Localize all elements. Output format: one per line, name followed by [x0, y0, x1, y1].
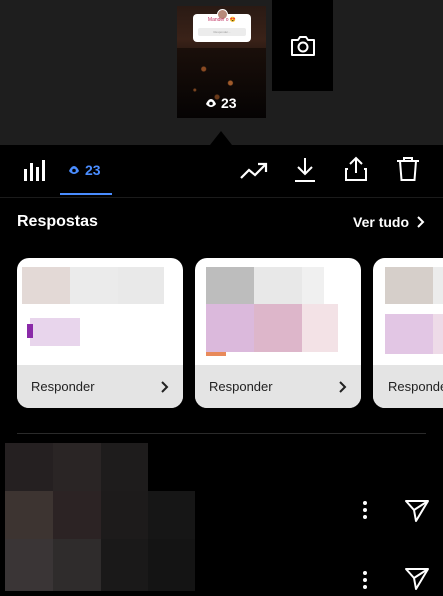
blurred-image — [385, 314, 433, 354]
response-card[interactable]: Responder — [17, 258, 183, 408]
promote-icon[interactable] — [240, 161, 268, 181]
camera-icon — [290, 35, 315, 56]
story-question-sticker: Mandei o 😍 Responder... — [193, 9, 251, 42]
blurred-image — [254, 304, 302, 352]
see-all-link[interactable]: Ver tudo — [353, 214, 425, 230]
section-title: Respostas — [17, 213, 98, 230]
active-tab-underline — [60, 193, 112, 195]
story-preview-panel: Mandei o 😍 Responder... 23 — [0, 0, 443, 145]
story-views-label: 23 — [221, 95, 237, 111]
blurred-image — [433, 314, 443, 354]
sticker-input: Responder... — [198, 28, 246, 36]
more-options-button[interactable] — [358, 570, 372, 595]
blurred-image — [118, 267, 164, 304]
insights-icon[interactable] — [23, 159, 47, 181]
download-icon[interactable] — [294, 157, 316, 183]
add-story-button[interactable] — [272, 0, 333, 91]
divider — [17, 433, 426, 434]
see-all-label: Ver tudo — [353, 214, 410, 230]
send-message-button[interactable] — [404, 567, 430, 596]
eye-icon — [206, 99, 216, 107]
chevron-right-icon — [339, 380, 347, 393]
response-card[interactable]: Responde — [373, 258, 443, 408]
selection-caret — [210, 131, 232, 145]
tab-viewers[interactable]: 23 — [60, 145, 112, 197]
sticker-title: Mandei o 😍 — [207, 17, 237, 23]
chevron-right-icon — [417, 216, 425, 228]
blurred-image — [302, 304, 338, 352]
paper-plane-icon — [405, 568, 429, 590]
blurred-image — [206, 352, 226, 356]
reply-row[interactable]: Responde — [373, 365, 443, 408]
chevron-right-icon — [161, 380, 169, 393]
eye-icon — [69, 166, 79, 174]
reply-label: Responde — [388, 379, 443, 394]
blurred-image — [30, 318, 80, 346]
reply-row[interactable]: Responder — [195, 365, 361, 408]
blurred-image — [27, 324, 33, 338]
blurred-image — [254, 267, 302, 304]
more-options-button[interactable] — [358, 500, 372, 525]
blurred-image — [70, 267, 118, 304]
story-thumbnail[interactable]: Mandei o 😍 Responder... 23 — [177, 6, 266, 118]
reply-row[interactable]: Responder — [17, 365, 183, 408]
more-vertical-icon — [363, 571, 367, 589]
paper-plane-icon — [405, 500, 429, 522]
share-icon[interactable] — [344, 156, 368, 182]
more-vertical-icon — [363, 501, 367, 519]
blurred-image — [385, 267, 433, 304]
reply-label: Responder — [31, 379, 95, 394]
story-view-count: 23 — [205, 95, 237, 111]
blurred-image — [206, 267, 254, 304]
send-message-button[interactable] — [404, 499, 430, 528]
delete-icon[interactable] — [396, 156, 420, 182]
blurred-image — [302, 267, 324, 304]
blurred-image — [22, 267, 70, 304]
blurred-image — [433, 267, 443, 304]
reply-label: Responder — [209, 379, 273, 394]
response-card[interactable]: Responder — [195, 258, 361, 408]
blurred-image — [206, 304, 254, 352]
viewers-count: 23 — [85, 162, 101, 178]
